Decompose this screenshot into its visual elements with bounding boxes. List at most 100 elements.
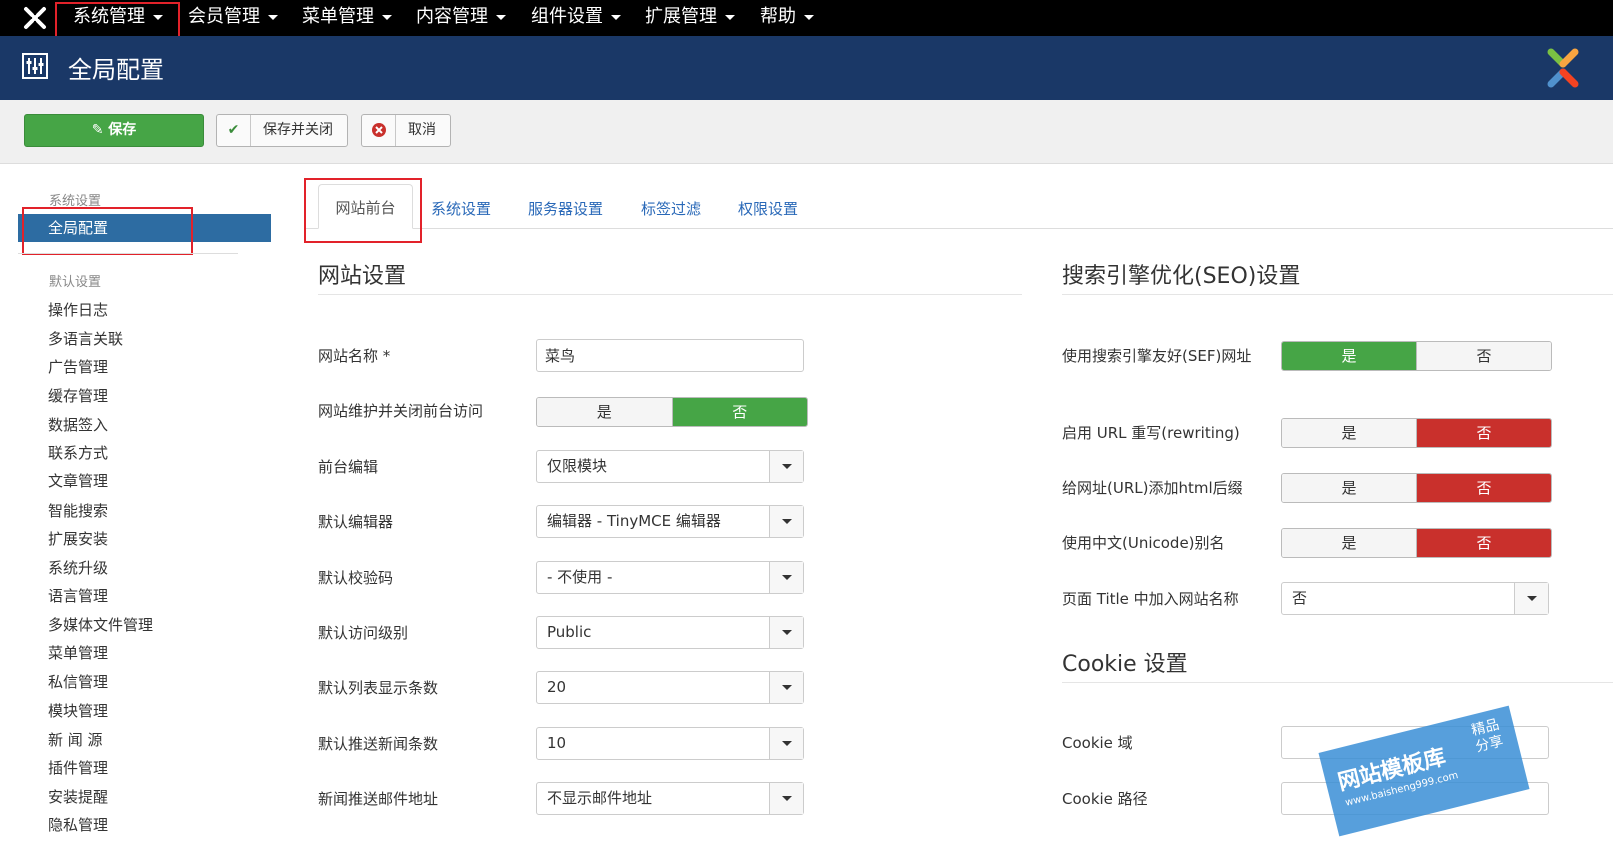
cancel-button[interactable]: 取消 [361, 114, 451, 147]
list-limit-label: 默认列表显示条数 [318, 679, 439, 697]
rewrite-toggle[interactable]: 是 否 [1281, 418, 1552, 448]
sitename-title-value: 否 [1292, 589, 1308, 607]
page-title: 全局配置 [68, 56, 164, 84]
list-limit-select[interactable]: 20 [536, 671, 804, 704]
default-editor-value: 编辑器 - TinyMCE 编辑器 [547, 512, 721, 530]
feed-email-value: 不显示邮件地址 [547, 789, 653, 807]
check-icon: ✔ [217, 115, 251, 146]
chevron-down-icon[interactable] [769, 562, 803, 593]
toolbar: ✎ 保存 ✔ 保存并关闭 取消 [0, 100, 1613, 164]
tab-server[interactable]: 服务器设置 [528, 198, 603, 219]
suffix-yes[interactable]: 是 [1282, 474, 1416, 502]
access-value: Public [547, 623, 592, 641]
sidebar-item-contacts[interactable]: 联系方式 [48, 442, 108, 463]
watermark-badge: 精品 分享 [1466, 716, 1509, 758]
chevron-down-icon[interactable] [769, 451, 803, 482]
sef-yes[interactable]: 是 [1282, 342, 1416, 370]
sidebar-item-action-logs[interactable]: 操作日志 [48, 299, 108, 320]
sidebar-item-smart-search[interactable]: 智能搜索 [48, 500, 108, 521]
chevron-down-icon[interactable] [769, 617, 803, 648]
feed-limit-select[interactable]: 10 [536, 727, 804, 760]
joomla-logo-icon[interactable] [22, 5, 48, 31]
sidebar-item-languages[interactable]: 语言管理 [48, 585, 108, 606]
rewrite-yes[interactable]: 是 [1282, 419, 1416, 447]
menu-content[interactable]: 内容管理 [416, 0, 506, 36]
chevron-down-icon [382, 14, 392, 20]
menu-help[interactable]: 帮助 [760, 0, 814, 36]
sidebar-item-banners[interactable]: 广告管理 [48, 356, 108, 377]
unicode-toggle[interactable]: 是 否 [1281, 528, 1552, 558]
menu-menus[interactable]: 菜单管理 [302, 0, 392, 36]
tab-permissions[interactable]: 权限设置 [738, 198, 798, 219]
page-header: 全局配置 [0, 36, 1613, 100]
access-select[interactable]: Public [536, 616, 804, 649]
sidebar-item-messages[interactable]: 私信管理 [48, 671, 108, 692]
save-close-button[interactable]: ✔ 保存并关闭 [216, 114, 348, 147]
sidebar-heading-default: 默认设置 [49, 275, 102, 290]
save-close-label: 保存并关闭 [263, 122, 333, 138]
chevron-down-icon[interactable] [769, 672, 803, 703]
chevron-down-icon [725, 14, 735, 20]
highlight-box-tab [304, 178, 422, 243]
sef-no[interactable]: 否 [1416, 342, 1551, 370]
menu-components[interactable]: 组件设置 [531, 0, 621, 36]
rewrite-label: 启用 URL 重写(rewriting) [1062, 424, 1240, 442]
feed-email-select[interactable]: 不显示邮件地址 [536, 782, 804, 815]
sidebar-item-associations[interactable]: 多语言关联 [48, 328, 123, 349]
highlight-box-sidebar [22, 207, 193, 255]
sidebar-item-modules[interactable]: 模块管理 [48, 700, 108, 721]
offline-yes[interactable]: 是 [537, 398, 672, 426]
offline-toggle[interactable]: 是 否 [536, 397, 808, 427]
offline-no[interactable]: 否 [671, 398, 807, 426]
frontend-edit-value: 仅限模块 [547, 457, 608, 475]
frontend-edit-label: 前台编辑 [318, 458, 379, 476]
chevron-down-icon[interactable] [769, 783, 803, 814]
sidebar-item-articles[interactable]: 文章管理 [48, 470, 108, 491]
frontend-edit-select[interactable]: 仅限模块 [536, 450, 804, 483]
captcha-select[interactable]: - 不使用 - [536, 561, 804, 594]
menu-extensions[interactable]: 扩展管理 [645, 0, 735, 36]
suffix-toggle[interactable]: 是 否 [1281, 473, 1552, 503]
sidebar-item-menus[interactable]: 菜单管理 [48, 642, 108, 663]
default-editor-select[interactable]: 编辑器 - TinyMCE 编辑器 [536, 505, 804, 538]
tab-text-filters[interactable]: 标签过滤 [641, 198, 701, 219]
sidebar-item-checkin[interactable]: 数据签入 [48, 414, 108, 435]
menu-help-label: 帮助 [760, 6, 796, 27]
sitename-title-select[interactable]: 否 [1281, 582, 1549, 615]
sidebar-item-cache[interactable]: 缓存管理 [48, 385, 108, 406]
unicode-label: 使用中文(Unicode)别名 [1062, 534, 1225, 552]
sidebar-item-plugins[interactable]: 插件管理 [48, 757, 108, 778]
save-button-label: 保存 [108, 122, 137, 138]
sidebar-divider [18, 253, 238, 254]
unicode-no[interactable]: 否 [1416, 529, 1551, 557]
cookie-path-label: Cookie 路径 [1062, 790, 1148, 808]
site-name-label: 网站名称 * [318, 347, 391, 365]
joomla-brand-icon [1547, 48, 1579, 88]
cancel-label: 取消 [408, 122, 436, 138]
chevron-down-icon[interactable] [769, 728, 803, 759]
tab-system[interactable]: 系统设置 [431, 198, 491, 219]
suffix-no[interactable]: 否 [1416, 474, 1551, 502]
site-settings-title: 网站设置 [318, 264, 407, 289]
sidebar-item-update[interactable]: 系统升级 [48, 557, 108, 578]
unicode-yes[interactable]: 是 [1282, 529, 1416, 557]
cancel-circle-icon [362, 115, 396, 146]
menu-users[interactable]: 会员管理 [188, 0, 278, 36]
sidebar-item-postinstall[interactable]: 安装提醒 [48, 786, 108, 807]
save-button[interactable]: ✎ 保存 [24, 114, 204, 147]
tabs-baseline [306, 228, 1613, 229]
sef-toggle[interactable]: 是 否 [1281, 341, 1552, 371]
sidebar-item-media[interactable]: 多媒体文件管理 [48, 614, 153, 635]
menu-extensions-label: 扩展管理 [645, 6, 717, 27]
menu-content-label: 内容管理 [416, 6, 488, 27]
feed-email-label: 新闻推送邮件地址 [318, 790, 439, 808]
access-label: 默认访问级别 [318, 624, 409, 642]
sidebar-item-newsfeeds[interactable]: 新 闻 源 [48, 729, 103, 750]
sidebar-item-privacy[interactable]: 隐私管理 [48, 814, 108, 835]
chevron-down-icon[interactable] [1514, 583, 1548, 614]
menu-menus-label: 菜单管理 [302, 6, 374, 27]
site-name-input[interactable] [536, 339, 804, 372]
sidebar-item-installer[interactable]: 扩展安装 [48, 528, 108, 549]
rewrite-no[interactable]: 否 [1416, 419, 1551, 447]
chevron-down-icon[interactable] [769, 506, 803, 537]
